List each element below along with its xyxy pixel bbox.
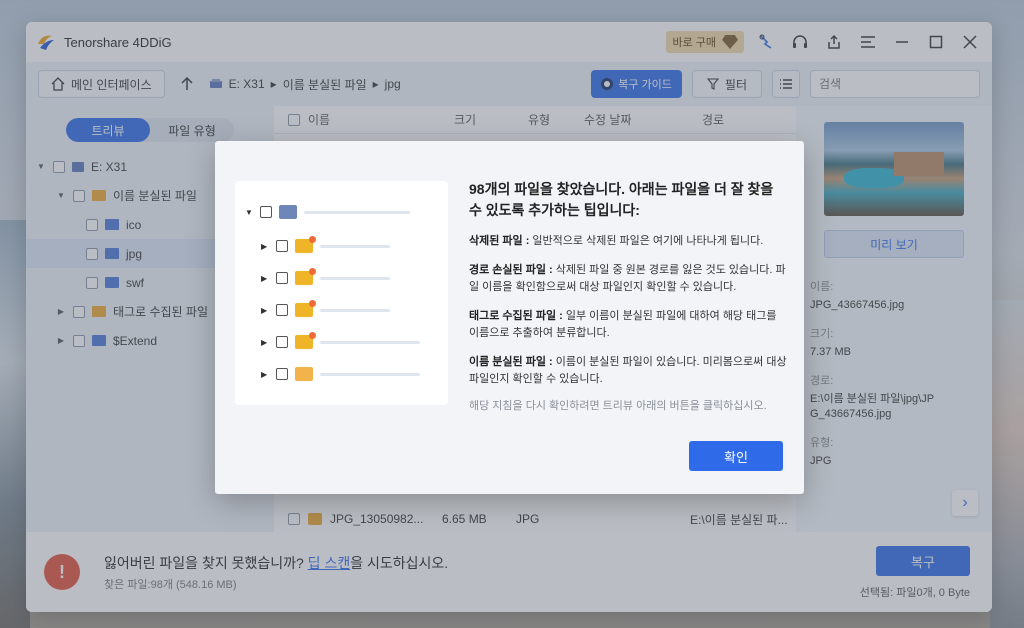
tip-term: 태그로 수집된 파일 :: [469, 310, 563, 322]
checkbox: [260, 206, 272, 218]
tip-name-lost-files: 이름 분실된 파일 : 이름이 분실된 파일이 있습니다. 미리봄으로써 대상 …: [469, 354, 787, 388]
tree-illustration: ▼ ▶ ▶ ▶ ▶ ▶: [235, 181, 448, 405]
expand-arrow-icon: ▼: [245, 207, 253, 217]
expand-arrow-icon: ▶: [261, 305, 268, 315]
placeholder-line: [320, 276, 390, 280]
tip-term: 삭제된 파일 :: [469, 235, 530, 247]
extend-folder-icon: [295, 367, 313, 381]
dialog-title: 98개의 파일을 찾았습니다. 아래는 파일을 더 잘 찾을 수 있도록 추가하…: [469, 181, 774, 218]
tag-folder-icon: [295, 300, 316, 317]
checkbox: [276, 336, 288, 348]
placeholder-line: [320, 308, 390, 312]
confirm-button[interactable]: 확인: [689, 441, 783, 471]
placeholder-line: [320, 340, 420, 344]
expand-arrow-icon: ▶: [261, 273, 268, 283]
tip-path-lost-files: 경로 손실된 파일 : 삭제된 파일 중 원본 경로를 잃은 것도 있습니다. …: [469, 262, 787, 296]
tips-dialog: ▼ ▶ ▶ ▶ ▶ ▶ 98개의 파일을 찾았습니다. 아래는 파일을 더 잘 …: [215, 141, 804, 494]
drive-icon: [279, 205, 297, 219]
placeholder-line: [304, 210, 410, 214]
expand-arrow-icon: ▶: [261, 369, 268, 379]
tip-description: 일반적으로 삭제된 파일은 여기에 나타나게 됩니다.: [529, 235, 764, 247]
placeholder-line: [320, 372, 420, 376]
tip-term: 이름 분실된 파일 :: [469, 356, 553, 368]
checkbox: [276, 304, 288, 316]
checkbox: [276, 240, 288, 252]
tip-tag-files: 태그로 수집된 파일 : 일부 이름이 분실된 파일에 대하여 해당 태그를 이…: [469, 308, 787, 342]
deleted-folder-icon: [295, 236, 316, 253]
expand-arrow-icon: ▶: [261, 241, 268, 251]
tip-deleted-files: 삭제된 파일 : 일반적으로 삭제된 파일은 여기에 나타나게 됩니다.: [469, 233, 787, 250]
tip-term: 경로 손실된 파일 :: [469, 264, 553, 276]
checkbox: [276, 272, 288, 284]
placeholder-line: [320, 244, 390, 248]
name-lost-folder-icon: [295, 332, 316, 349]
dialog-note: 해당 지침을 다시 확인하려면 트리뷰 아래의 버튼을 클릭하십시오.: [469, 400, 767, 412]
path-lost-folder-icon: [295, 268, 316, 285]
checkbox: [276, 368, 288, 380]
expand-arrow-icon: ▶: [261, 337, 268, 347]
